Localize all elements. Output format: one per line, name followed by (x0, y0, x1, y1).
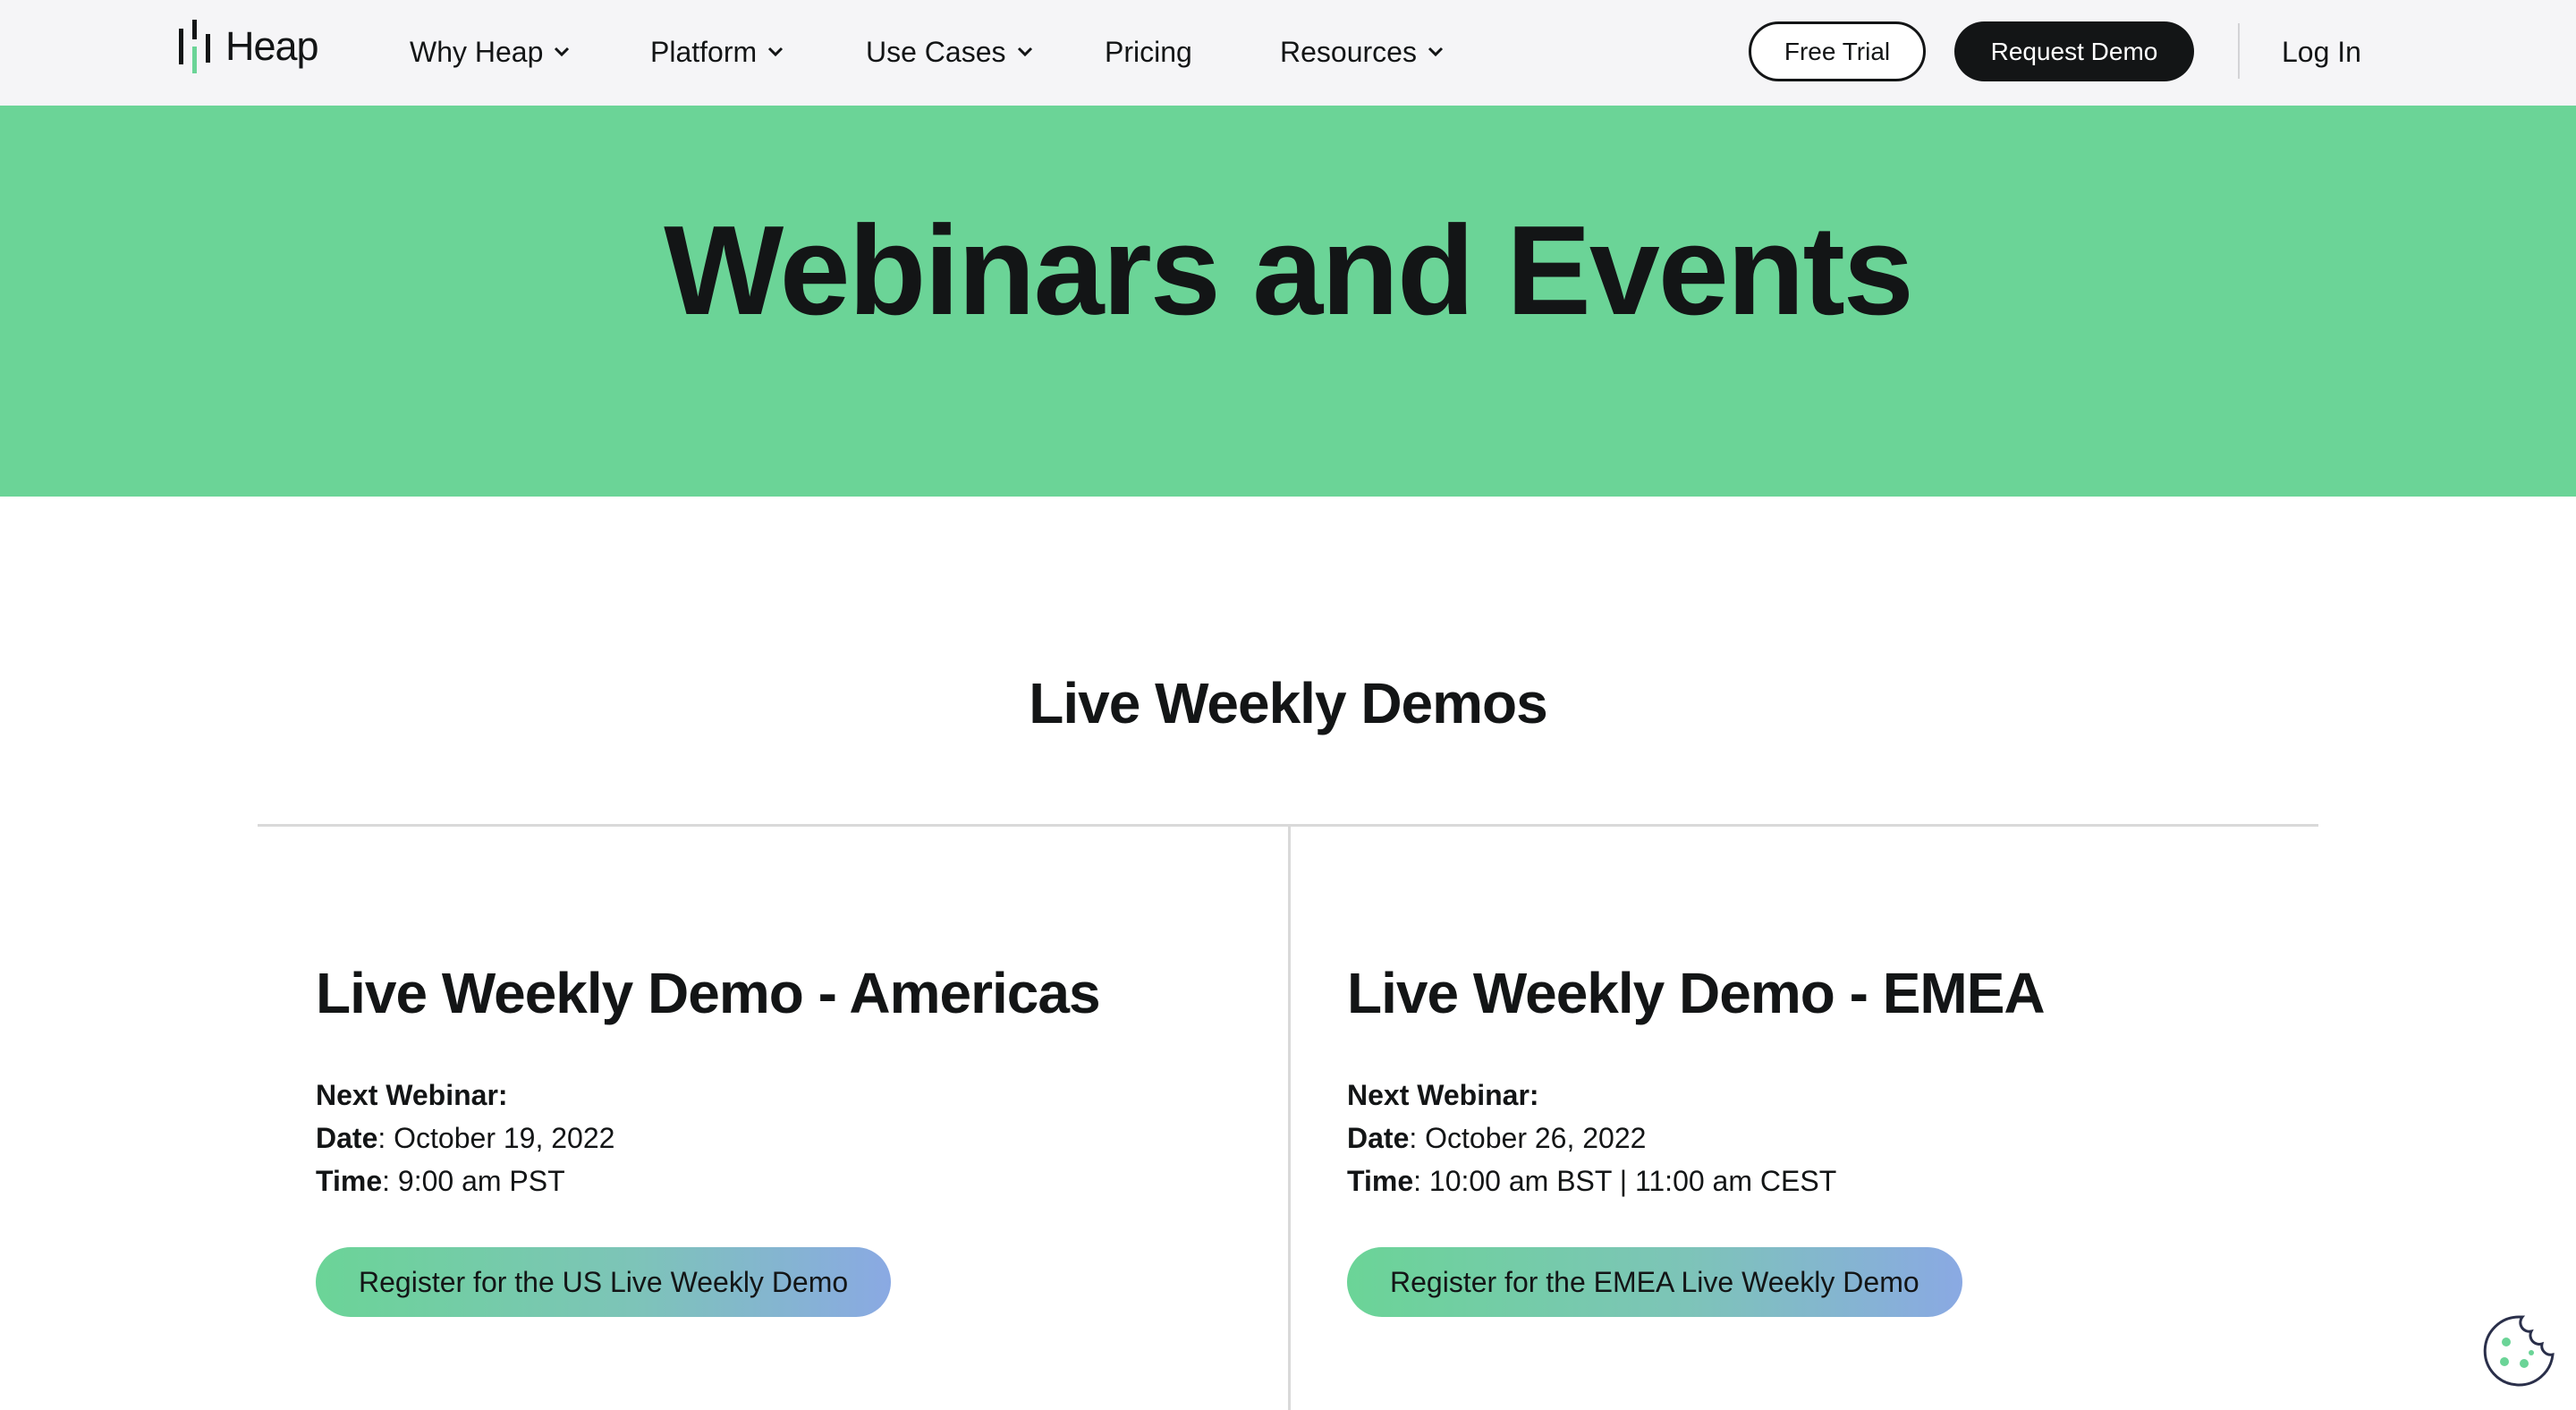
chevron-down-icon (552, 42, 572, 62)
cookie-settings-icon[interactable] (2479, 1312, 2558, 1390)
nav-why-heap[interactable]: Why Heap (410, 30, 572, 74)
demo-card-emea: Live Weekly Demo - EMEA Next Webinar: Da… (1347, 953, 2331, 1317)
nav-link-label: Pricing (1105, 35, 1192, 68)
nav-divider (2238, 23, 2240, 79)
nav-pricing[interactable]: Pricing (1105, 30, 1192, 74)
register-emea-button[interactable]: Register for the EMEA Live Weekly Demo (1347, 1247, 1962, 1317)
nav-platform[interactable]: Platform (650, 30, 785, 74)
top-navigation: Heap Why Heap Platform Use Cases Pricing… (0, 0, 2576, 106)
next-webinar-label: Next Webinar: (1347, 1079, 1539, 1111)
date-label: Date (316, 1122, 378, 1154)
date-label: Date (1347, 1122, 1410, 1154)
register-us-button[interactable]: Register for the US Live Weekly Demo (316, 1247, 892, 1317)
chevron-down-icon (1426, 42, 1445, 62)
chevron-down-icon (766, 42, 785, 62)
section-title: Live Weekly Demos (1029, 671, 1547, 735)
nav-use-cases[interactable]: Use Cases (866, 30, 1035, 74)
date-value: : October 19, 2022 (377, 1122, 615, 1154)
logo-text: Heap (225, 23, 319, 69)
hero-banner: Webinars and Events (0, 106, 2576, 497)
heap-logo-icon (177, 20, 213, 73)
nav-link-label: Why Heap (410, 35, 544, 68)
time-label: Time (316, 1165, 383, 1197)
time-value: : 9:00 am PST (382, 1165, 565, 1197)
card-title: Live Weekly Demo - EMEA (1347, 961, 2046, 1025)
nav-link-label: Platform (650, 35, 758, 68)
webinar-info: Next Webinar: Date: October 19, 2022 Tim… (316, 1074, 1300, 1202)
page-title: Webinars and Events (664, 200, 1914, 342)
login-link[interactable]: Log In (2282, 30, 2361, 74)
time-label: Time (1347, 1165, 1414, 1197)
demo-card-americas: Live Weekly Demo - Americas Next Webinar… (316, 953, 1300, 1317)
free-trial-button[interactable]: Free Trial (1749, 21, 1926, 81)
nav-resources[interactable]: Resources (1280, 30, 1445, 74)
webinar-info: Next Webinar: Date: October 26, 2022 Tim… (1347, 1074, 2331, 1202)
next-webinar-label: Next Webinar: (316, 1079, 508, 1111)
chevron-down-icon (1015, 42, 1035, 62)
card-title: Live Weekly Demo - Americas (316, 961, 1101, 1025)
nav-link-label: Use Cases (866, 35, 1006, 68)
date-value: : October 26, 2022 (1409, 1122, 1647, 1154)
time-value: : 10:00 am BST | 11:00 am CEST (1413, 1165, 1837, 1197)
request-demo-button[interactable]: Request Demo (1954, 21, 2194, 81)
nav-link-label: Resources (1280, 35, 1417, 68)
heap-logo[interactable]: Heap (177, 20, 319, 73)
